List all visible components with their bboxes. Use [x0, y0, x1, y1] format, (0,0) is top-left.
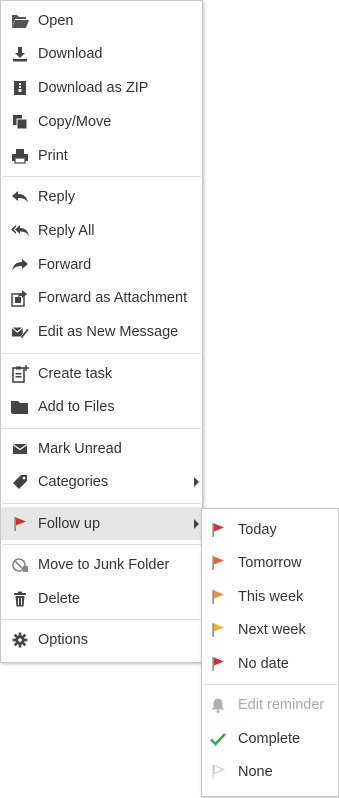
menu-item-edit-reminder: Edit reminder — [202, 689, 338, 722]
menu-item-today[interactable]: Today — [202, 513, 338, 546]
reply-icon — [11, 188, 29, 206]
menu-item-label: Delete — [38, 590, 80, 607]
trash-icon — [11, 590, 29, 608]
create-task-icon — [11, 364, 29, 383]
menu-item-delete[interactable]: Delete — [1, 582, 202, 615]
menu-separator — [2, 544, 201, 545]
flag-icon — [209, 655, 227, 673]
menu-item-label: None — [238, 764, 273, 781]
menu-item-label: This week — [238, 588, 304, 605]
menu-item-label: Complete — [238, 730, 301, 747]
menu-item-label: Forward — [38, 256, 92, 273]
flag-icon — [209, 588, 227, 606]
menu-item-label: Open — [38, 12, 74, 29]
menu-separator — [2, 502, 201, 504]
printer-icon — [11, 147, 29, 165]
menu-item-label: Move to Junk Folder — [38, 557, 170, 573]
menu-item-open[interactable]: Open — [1, 4, 202, 37]
menu-item-label: Categories — [38, 474, 109, 491]
menu-item-download-as-zip[interactable]: Download as ZIP — [1, 72, 202, 105]
zip-file-icon — [11, 79, 29, 97]
menu-item-forward[interactable]: Forward — [1, 248, 202, 281]
menu-item-label: Options — [38, 632, 88, 649]
flag-outline-icon — [209, 763, 227, 781]
menu-item-create-task[interactable]: Create task — [1, 357, 202, 390]
menu-separator — [2, 352, 201, 354]
gear-icon — [11, 631, 29, 649]
menu-item-download[interactable]: Download — [1, 38, 202, 71]
menu-separator — [2, 427, 201, 429]
menu-separator — [2, 176, 201, 177]
folder-icon — [11, 398, 29, 416]
folder-open-icon — [11, 12, 29, 30]
menu-item-complete[interactable]: Complete — [202, 722, 338, 755]
menu-item-label: Download — [38, 46, 103, 63]
menu-item-reply[interactable]: Reply — [1, 181, 202, 214]
flag-icon — [209, 621, 227, 639]
menu-item-label: Next week — [238, 622, 306, 639]
menu-item-categories[interactable]: Categories — [1, 466, 202, 499]
menu-item-label: No date — [238, 655, 289, 672]
flag-icon — [11, 515, 29, 533]
menu-item-copy-move[interactable]: Copy/Move — [1, 105, 202, 138]
menu-item-reply-all[interactable]: Reply All — [1, 214, 202, 247]
menu-item-label: Copy/Move — [38, 113, 112, 130]
envelope-icon — [11, 440, 29, 458]
edit-message-icon — [11, 323, 29, 341]
reply-all-icon — [11, 222, 29, 240]
menu-item-add-to-files[interactable]: Add to Files — [1, 391, 202, 424]
menu-item-label: Today — [238, 521, 277, 538]
menu-item-label: Edit as New Message — [38, 324, 179, 341]
menu-item-move-to-junk-folder[interactable]: Move to Junk Folder — [1, 549, 202, 582]
menu-item-none[interactable]: None — [202, 756, 338, 789]
menu-item-label: Forward as Attachment — [38, 290, 188, 307]
menu-item-edit-as-new-message[interactable]: Edit as New Message — [1, 316, 202, 349]
menu-item-label: Add to Files — [38, 399, 115, 416]
menu-item-mark-unread[interactable]: Mark Unread — [1, 432, 202, 465]
menu-item-label: Reply — [38, 189, 76, 205]
bell-icon — [209, 696, 227, 714]
menu-item-label: Edit reminder — [238, 697, 325, 713]
menu-item-label: Mark Unread — [38, 440, 122, 457]
menu-item-options[interactable]: Options — [1, 624, 202, 657]
flag-icon — [209, 521, 227, 539]
menu-item-label: Reply All — [38, 222, 95, 239]
copy-icon — [11, 113, 29, 131]
context-menu: Open Download Download as ZIP Copy/Move Prin… — [0, 0, 203, 663]
menu-item-label: Tomorrow — [238, 555, 302, 572]
menu-item-forward-as-attachment[interactable]: Forward as Attachment — [1, 282, 202, 315]
download-icon — [11, 45, 29, 63]
tag-icon — [11, 473, 29, 491]
forward-icon — [11, 256, 29, 274]
forward-attachment-icon — [11, 289, 29, 308]
menu-item-label: Create task — [38, 365, 113, 382]
menu-item-label: Download as ZIP — [38, 80, 149, 97]
menu-separator — [2, 619, 201, 621]
junk-icon — [11, 556, 29, 574]
menu-item-label: Follow up — [38, 515, 101, 532]
submenu-arrow-icon — [194, 518, 199, 529]
menu-item-tomorrow[interactable]: Tomorrow — [202, 547, 338, 580]
menu-item-next-week[interactable]: Next week — [202, 614, 338, 647]
submenu-arrow-icon — [194, 477, 199, 488]
checkmark-icon — [209, 730, 227, 748]
menu-item-label: Print — [38, 147, 68, 164]
follow-up-submenu: Today Tomorrow This week Next week No date Ed… — [201, 508, 339, 797]
menu-item-follow-up[interactable]: Follow up — [1, 507, 202, 541]
flag-icon — [209, 554, 227, 572]
menu-separator — [203, 684, 337, 685]
menu-item-this-week[interactable]: This week — [202, 580, 338, 613]
menu-item-print[interactable]: Print — [1, 139, 202, 172]
menu-item-no-date[interactable]: No date — [202, 647, 338, 680]
